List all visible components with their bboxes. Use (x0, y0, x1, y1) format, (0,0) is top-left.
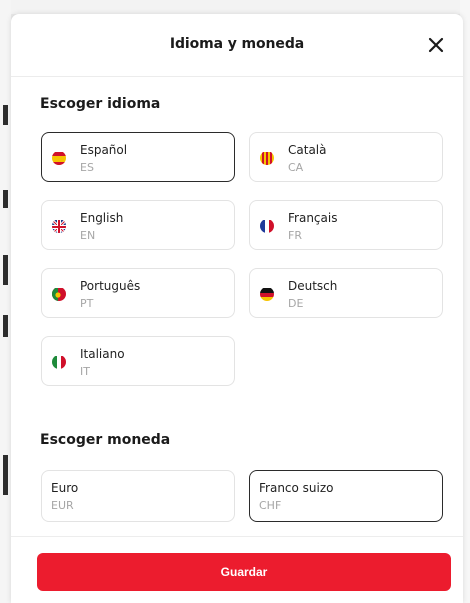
language-name: English (80, 211, 124, 225)
language-option-de[interactable]: Deutsch DE (249, 268, 443, 318)
portugal-flag-icon (52, 287, 66, 301)
language-name: Italiano (80, 347, 125, 361)
language-code: DE (288, 297, 304, 310)
language-option-en[interactable]: English EN (41, 200, 235, 250)
language-option-it[interactable]: Italiano IT (41, 336, 235, 386)
language-currency-modal: Idioma y moneda Escoger idioma Español E… (11, 14, 463, 603)
background-page-left (0, 0, 11, 603)
language-name: Català (288, 143, 327, 157)
language-section-title: Escoger idioma (40, 96, 161, 112)
currency-section-title: Escoger moneda (40, 432, 171, 448)
language-option-es[interactable]: Español ES (41, 132, 235, 182)
currency-option-eur[interactable]: Euro EUR (41, 470, 235, 522)
germany-flag-icon (260, 287, 274, 301)
italy-flag-icon (52, 355, 66, 369)
modal-title: Idioma y moneda (169, 36, 305, 52)
language-option-fr[interactable]: Français FR (249, 200, 443, 250)
currency-code: EUR (51, 499, 74, 512)
uk-flag-icon (52, 219, 66, 233)
language-option-ca[interactable]: Català CA (249, 132, 443, 182)
currency-option-chf[interactable]: Franco suizo CHF (249, 470, 443, 522)
language-code: EN (80, 229, 96, 242)
france-flag-icon (260, 219, 274, 233)
language-name: Français (288, 211, 338, 225)
language-code: PT (80, 297, 94, 310)
language-name: Deutsch (288, 279, 338, 293)
language-option-pt[interactable]: Português PT (41, 268, 235, 318)
language-code: ES (80, 161, 94, 174)
currency-name: Euro (51, 481, 79, 495)
spain-flag-icon (52, 151, 66, 165)
save-button[interactable]: Guardar (37, 553, 451, 591)
language-code: CA (288, 161, 304, 174)
language-name: Español (80, 143, 128, 157)
language-code: IT (80, 365, 90, 378)
language-code: FR (288, 229, 302, 242)
catalonia-flag-icon (260, 151, 274, 165)
modal-header: Idioma y moneda (11, 14, 463, 77)
currency-name: Franco suizo (259, 481, 334, 495)
language-name: Português (80, 279, 141, 293)
currency-code: CHF (259, 499, 282, 512)
background-page-top (0, 0, 470, 14)
modal-footer: Guardar (11, 536, 463, 603)
close-icon[interactable] (423, 32, 449, 58)
